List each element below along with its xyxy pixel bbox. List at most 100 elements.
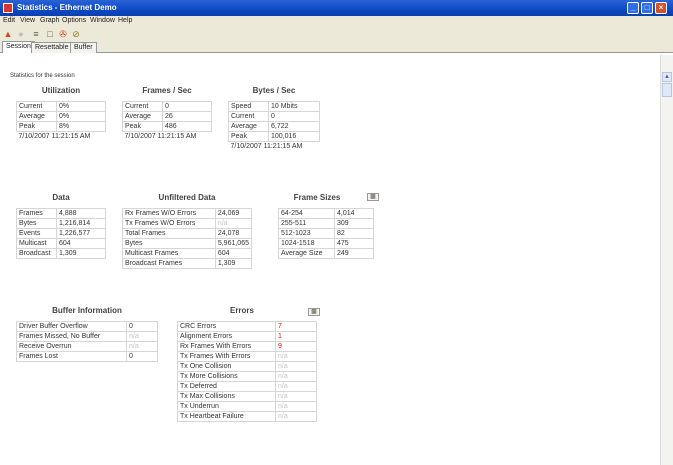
table-cell: 0 [126,351,158,362]
table-cell: Average Size [278,248,335,259]
clipboard-icon[interactable]: □ [45,29,55,39]
table-cell: n/a [126,341,158,352]
title-bar: Statistics - Ethernet Demo _ □ × [0,0,673,16]
table-cell: Rx Frames W/O Errors [122,208,216,219]
table-cell: Speed [228,101,269,112]
table-cell: Frames [16,208,57,219]
table-cell: Events [16,228,57,239]
table-cell: 8% [56,121,106,132]
table-cell: Broadcast [16,248,57,259]
table-cell: n/a [275,401,317,412]
menu-view[interactable]: View [20,17,35,24]
table-cell: 7 [275,321,317,332]
table-cell: Peak [122,121,163,132]
table-cell: Tx Frames With Errors [177,351,276,362]
table-cell: Tx More Collisions [177,371,276,382]
table-cell: Tx Heartbeat Failure [177,411,276,422]
list-icon[interactable]: ≡ [31,29,41,39]
scroll-thumb[interactable] [662,83,672,97]
table-cell: 309 [334,218,374,229]
binoculars-icon[interactable]: ✇ [58,29,68,39]
table-cell: 24,069 [214,208,253,219]
table-cell: Total Frames [122,228,216,239]
table-cell: 4,014 [334,208,374,219]
table-cell: 7/10/2007 11:21:15 AM [230,143,303,151]
utilization-table: Current 0% Average 0% Peak 8% 7/10/2007 11:… [16,101,106,142]
table-cell: 4,888 [56,208,106,219]
table-cell: Driver Buffer Overflow [16,321,127,332]
table-cell: 0% [56,101,106,112]
table-cell: 0% [56,111,106,122]
table-cell: Tx Deferred [177,381,276,392]
table-cell: 255-511 [278,218,335,229]
table-cell: 7/10/2007 11:21:15 AM [18,133,91,141]
data-table: Frames 4,888 Bytes 1,216,814 Events 1,226,5… [16,208,106,259]
app-icon [3,3,13,13]
vertical-scrollbar[interactable]: ▲ [660,55,673,465]
scroll-up-icon[interactable]: ▲ [662,72,672,82]
table-cell: n/a [275,391,317,402]
utilization-heading: Utilization [41,86,81,95]
table-cell: Tx One Collision [177,361,276,372]
errors-table: CRC Errors 7 Alignment Errors 1 Rx Frames … [177,321,317,422]
tab-session[interactable]: Session [2,41,35,53]
clock-icon[interactable]: ⊘ [71,29,81,39]
table-cell: Current [16,101,57,112]
table-cell: Current [122,101,163,112]
table-cell: n/a [275,361,317,372]
table-cell: 24,078 [214,228,253,239]
menu-edit[interactable]: Edit [3,17,15,24]
tab-strip: Session Resettable Buffer [0,41,673,53]
table-cell: Peak [16,121,57,132]
table-cell: 10 Mbits [268,101,320,112]
menu-bar: Edit View Graph Options Window Help [0,16,673,27]
session-note: Statistics for the session [10,73,75,79]
table-cell: n/a [126,331,158,342]
data-heading: Data [52,193,70,202]
table-cell: 26 [162,111,212,122]
table-cell: 100,016 [268,131,320,142]
table-cell: 7/10/2007 11:21:15 AM [124,133,197,141]
bar-chart-icon[interactable]: ▩ [308,308,320,316]
table-cell: 1 [275,331,317,342]
table-cell: Multicast Frames [122,248,216,259]
frames-sec-heading: Frames / Sec [142,86,192,95]
toolbar: ▲ ● ≡ □ ✇ ⊘ [0,27,673,41]
menu-graph[interactable]: Graph [40,17,59,24]
bar-chart-icon[interactable]: ▩ [367,193,379,201]
table-cell: Peak [228,131,269,142]
table-cell: 604 [56,238,106,249]
table-cell: 475 [334,238,374,249]
table-cell: 82 [334,228,374,239]
unfiltered-heading: Unfiltered Data [158,193,216,202]
tab-buffer[interactable]: Buffer [70,42,97,53]
menu-help[interactable]: Help [118,17,132,24]
table-cell: Tx Underrun [177,401,276,412]
table-cell: 1024-1518 [278,238,335,249]
tab-resettable[interactable]: Resettable [31,42,73,53]
table-cell: 6,722 [268,121,320,132]
menu-options[interactable]: Options [62,17,86,24]
table-cell: 0 [162,101,212,112]
errors-heading: Errors [229,306,254,315]
home-icon[interactable]: ▲ [3,29,13,39]
minimize-button[interactable]: _ [627,2,639,14]
maximize-button[interactable]: □ [641,2,653,14]
table-cell: n/a [275,411,317,422]
close-button[interactable]: × [655,2,667,14]
table-cell: Tx Frames W/O Errors [122,218,216,229]
table-cell: Frames Lost [16,351,127,362]
menu-window[interactable]: Window [90,17,115,24]
table-cell: 486 [162,121,212,132]
table-cell: Average [16,111,57,122]
table-cell: Tx Max Collisions [177,391,276,402]
bytes-sec-table: Speed 10 Mbits Current 0 Average 6,722 Peak… [228,101,320,152]
circle-icon[interactable]: ● [16,29,26,39]
table-cell: 1,216,814 [56,218,106,229]
buffer-heading: Buffer Information [52,306,122,315]
table-cell: Receive Overrun [16,341,127,352]
table-cell: Rx Frames With Errors [177,341,276,352]
table-cell: 604 [214,248,253,259]
frame-sizes-table: 64-254 4,014 255-511 309 512-1023 82 1024-1… [278,208,374,259]
table-cell: 64-254 [278,208,335,219]
